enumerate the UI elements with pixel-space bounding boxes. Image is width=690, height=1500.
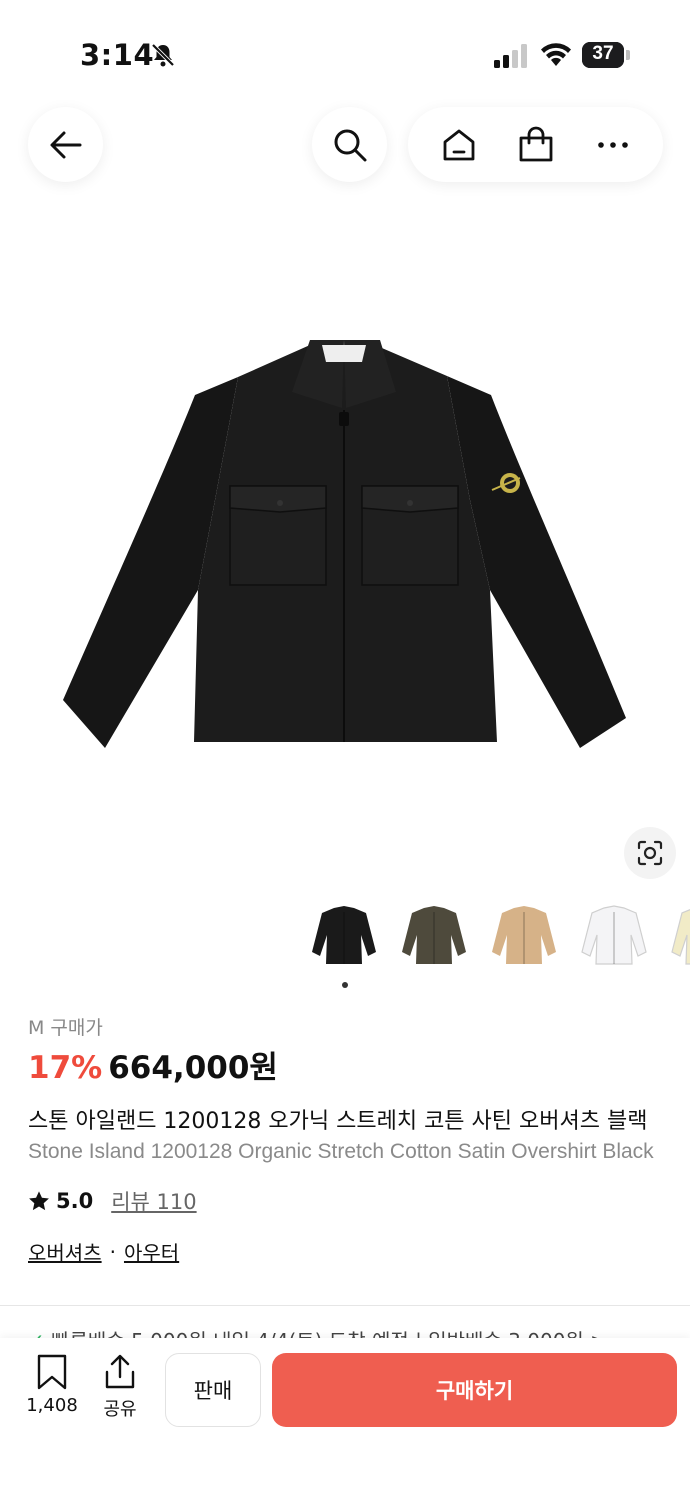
- shirt-thumbnail-icon: [671, 909, 690, 965]
- discount-rate: 17%: [28, 1050, 103, 1086]
- wishlist-button[interactable]: 1,408: [22, 1353, 82, 1416]
- battery-icon: 37: [582, 42, 630, 68]
- shipping-info[interactable]: ✓ 빠른배송 5,000원 내일 4/4(토) 도착 예정 | 일반배송 3,0…: [28, 1325, 690, 1339]
- shopping-bag-icon: [519, 126, 552, 161]
- shirt-thumbnail-icon: [581, 905, 647, 965]
- home-button[interactable]: [440, 126, 478, 164]
- size-price-label: M 구매가: [28, 1017, 103, 1039]
- thumb-white[interactable]: [576, 895, 652, 975]
- rating-row: 5.0 리뷰 110: [28, 1186, 197, 1216]
- category-tags: 오버셔츠 · 아우터: [28, 1237, 179, 1266]
- sell-button[interactable]: 판매: [165, 1353, 261, 1427]
- tag-overshirt[interactable]: 오버셔츠: [28, 1237, 102, 1266]
- shirt-thumbnail-icon: [492, 906, 556, 964]
- carousel-dot: [342, 982, 348, 988]
- thumb-cream[interactable]: [666, 895, 690, 975]
- share-label: 공유: [103, 1399, 137, 1420]
- cart-button[interactable]: [517, 126, 555, 164]
- price-row: 17% 664,000원: [28, 1042, 278, 1087]
- bottom-action-bar: 1,408 공유 판매 구매하기: [0, 1338, 690, 1500]
- star-icon: [29, 1191, 49, 1211]
- thumb-olive[interactable]: [396, 895, 472, 975]
- product-title-en: Stone Island 1200128 Organic Stretch Cot…: [28, 1140, 654, 1163]
- status-time: 3:14: [80, 38, 155, 72]
- tag-separator: ·: [109, 1239, 116, 1264]
- shirt-thumbnail-icon: [312, 906, 376, 964]
- product-image[interactable]: [0, 240, 690, 890]
- review-link[interactable]: 리뷰 110: [111, 1186, 196, 1216]
- status-bar: 3:14 37: [0, 0, 690, 100]
- nav-action-group: [408, 107, 663, 182]
- divider: [0, 1305, 690, 1306]
- bookmark-icon: [37, 1354, 67, 1390]
- bell-off-icon: [151, 43, 175, 67]
- back-arrow-icon: [50, 131, 81, 158]
- product-title-ko: 스톤 아일랜드 1200128 오가닉 스트레치 코튼 사틴 오버셔츠 블랙: [28, 1109, 648, 1134]
- home-icon: [443, 129, 474, 160]
- visual-search-icon: [637, 840, 663, 866]
- thumb-beige[interactable]: [486, 895, 562, 975]
- more-icon: [597, 141, 628, 148]
- wifi-icon: [541, 43, 571, 66]
- wish-count: 1,408: [26, 1395, 78, 1416]
- rating-value: 5.0: [56, 1189, 94, 1213]
- back-button[interactable]: [28, 107, 103, 182]
- tag-outer[interactable]: 아우터: [124, 1237, 179, 1266]
- signal-icon: [494, 44, 527, 68]
- thumb-black[interactable]: [306, 895, 382, 975]
- color-thumbnails: [306, 895, 690, 975]
- search-button[interactable]: [312, 107, 387, 182]
- battery-level: 37: [592, 43, 614, 64]
- black-overshirt-image: [63, 340, 626, 748]
- search-icon: [334, 129, 366, 161]
- product-price: 664,000원: [108, 1050, 278, 1086]
- share-button[interactable]: 공유: [98, 1353, 142, 1421]
- share-icon: [105, 1354, 135, 1389]
- shirt-thumbnail-icon: [402, 906, 466, 964]
- visual-search-button[interactable]: [624, 827, 676, 879]
- more-button[interactable]: [594, 126, 632, 164]
- buy-button[interactable]: 구매하기: [272, 1353, 677, 1427]
